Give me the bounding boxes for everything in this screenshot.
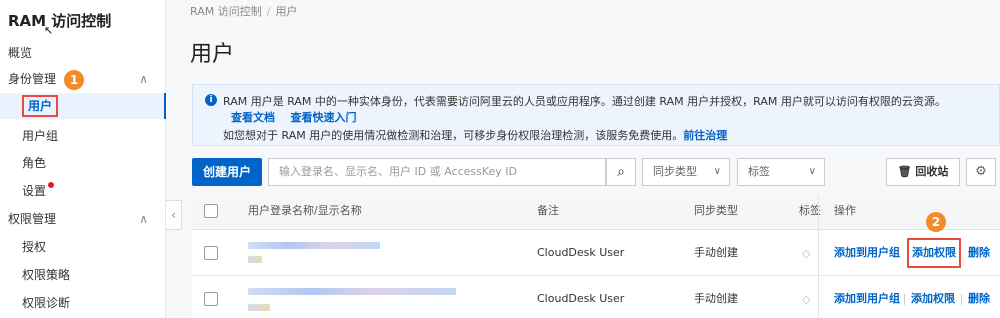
mouse-cursor-icon: ↖ <box>44 24 54 37</box>
gear-icon[interactable]: ⚙ <box>966 158 996 186</box>
add-permission-link[interactable]: 添加权限 <box>911 276 955 318</box>
sidebar-item-users[interactable]: 用户 <box>0 93 166 119</box>
step-marker-1: 1 <box>64 70 84 90</box>
redacted-display-name <box>248 304 270 311</box>
governance-link[interactable]: 前往治理 <box>683 129 727 142</box>
sidebar-item-label: 用户 <box>22 95 59 117</box>
sidebar-item-overview[interactable]: 概览 <box>0 40 166 66</box>
column-header-sync: 同步类型 <box>694 204 738 217</box>
redacted-username[interactable] <box>248 288 456 295</box>
note-cell: CloudDesk User <box>537 292 625 305</box>
sidebar-group-permissions[interactable]: 权限管理 ∧ <box>0 206 166 232</box>
create-user-button[interactable]: 创建用户 <box>192 158 262 186</box>
chevron-up-icon: ∧ <box>139 212 148 226</box>
chevron-down-icon: ∨ <box>713 166 721 177</box>
breadcrumb-item[interactable]: RAM 访问控制 <box>190 5 262 18</box>
sidebar-item-policies[interactable]: 权限策略 <box>0 262 166 288</box>
redacted-username[interactable] <box>248 242 380 249</box>
delete-link[interactable]: 删除 <box>968 276 990 318</box>
add-permission-link[interactable]: 添加权限 <box>907 238 961 268</box>
add-to-group-link[interactable]: 添加到用户组 <box>834 230 900 276</box>
chevron-down-icon: ∨ <box>808 166 816 177</box>
ops-column-divider <box>818 196 819 318</box>
view-docs-link[interactable]: 查看文档 <box>231 111 275 124</box>
tag-icon[interactable]: ◇ <box>802 293 810 306</box>
sidebar-item-settings[interactable]: 设置 <box>0 178 166 204</box>
search-icon[interactable]: ⌕ <box>606 158 636 186</box>
app-title: RAM 访问控制 <box>8 12 112 30</box>
row-checkbox[interactable] <box>204 246 218 260</box>
info-links: 查看文档 查看快速入门 <box>231 109 369 125</box>
table-row: CloudDesk User 手动创建 ◇ 添加到用户组 添加权限 删除 <box>192 276 1000 318</box>
info-icon: i <box>205 94 217 106</box>
quickstart-link[interactable]: 查看快速入门 <box>291 111 357 124</box>
table-row: CloudDesk User 手动创建 ◇ 添加到用户组 添加权限 删除 <box>192 230 1000 276</box>
delete-link[interactable]: 删除 <box>968 230 990 276</box>
trash-icon: 🗑 <box>897 165 912 178</box>
sidebar-item-user-groups[interactable]: 用户组 <box>0 123 166 149</box>
sidebar-item-grants[interactable]: 授权 <box>0 234 166 260</box>
recycle-bin-button[interactable]: 🗑 回收站 <box>886 158 960 186</box>
page-title: 用户 <box>190 42 235 67</box>
breadcrumb: RAM 访问控制 / 用户 <box>190 5 298 18</box>
sidebar: RAM 访问控制 ↖ 概览 身份管理 ∧ 1 用户 用户组 角色 设置 权限管理… <box>0 0 166 318</box>
sidebar-item-roles[interactable]: 角色 <box>0 150 166 176</box>
notification-dot <box>48 182 55 188</box>
info-text: RAM 用户是 RAM 中的一种实体身份，代表需要访问阿里云的人员或应用程序。通… <box>223 95 946 108</box>
table-header: 用户登录名称/显示名称 备注 同步类型 标签 操作 <box>192 196 1000 230</box>
sync-type-select[interactable]: 同步类型 ∨ <box>642 158 730 186</box>
users-table: 用户登录名称/显示名称 备注 同步类型 标签 操作 CloudDesk User… <box>192 196 1000 318</box>
select-all-checkbox[interactable] <box>204 204 218 218</box>
chevron-up-icon: ∧ <box>139 72 148 86</box>
redacted-display-name <box>248 256 262 263</box>
row-checkbox[interactable] <box>204 292 218 306</box>
breadcrumb-item: 用户 <box>275 5 298 18</box>
info-banner: i RAM 用户是 RAM 中的一种实体身份，代表需要访问阿里云的人员或应用程序… <box>192 84 1000 146</box>
step-marker-2: 2 <box>926 212 946 232</box>
note-cell: CloudDesk User <box>537 246 625 259</box>
add-to-group-link[interactable]: 添加到用户组 <box>834 276 900 318</box>
search-input[interactable]: 输入登录名、显示名、用户 ID 或 AccessKey ID <box>268 158 606 186</box>
sync-type-cell: 手动创建 <box>694 292 738 305</box>
column-header-name[interactable]: 用户登录名称/显示名称 <box>248 196 362 226</box>
column-header-ops: 操作 <box>834 204 856 217</box>
tag-icon[interactable]: ◇ <box>802 247 810 260</box>
sidebar-collapse-button[interactable]: ‹ <box>166 200 182 230</box>
sidebar-item-diagnosis[interactable]: 权限诊断 <box>0 290 166 316</box>
column-header-note: 备注 <box>537 204 559 217</box>
governance-text: 如您想对于 RAM 用户的使用情况做检测和治理，可移步身份权限治理检测，该服务免… <box>223 129 728 142</box>
sync-type-cell: 手动创建 <box>694 246 738 259</box>
tag-select[interactable]: 标签 ∨ <box>737 158 825 186</box>
